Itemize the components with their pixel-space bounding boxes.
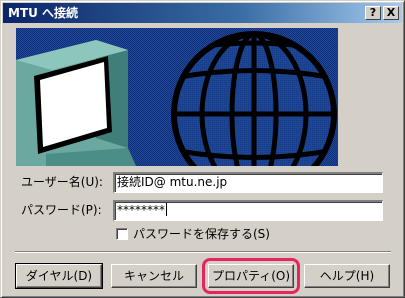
separator-line [15,251,391,253]
username-label: ユーザー名(U): [21,175,103,189]
help-title-button[interactable]: ? [365,6,381,20]
computer-icon [16,40,136,166]
help-button[interactable]: ヘルプ(H) [304,264,390,288]
save-password-checkbox[interactable] [116,228,128,240]
username-value: 接続ID@ mtu.ne.jp [117,175,228,189]
close-title-button[interactable]: X [383,6,399,20]
cancel-button[interactable]: キャンセル [111,264,197,288]
username-field[interactable]: 接続ID@ mtu.ne.jp [113,172,383,193]
dial-button[interactable]: ダイヤル(D) [15,263,103,289]
password-label: パスワード(P): [21,203,102,217]
banner-illustration [16,28,338,166]
password-value: ******** [117,203,165,217]
title-bar[interactable]: MTU へ接続 ? X [3,3,402,23]
highlight-annotation-ring [202,258,300,294]
text-caret [166,203,167,216]
password-field[interactable]: ******** [113,200,383,221]
dialog-window: MTU へ接続 ? X ユーザー名(U): 接続ID@ mtu.ne.jp パス… [0,0,405,298]
window-title: MTU へ接続 [8,6,79,20]
save-password-label[interactable]: パスワードを保存する(S) [133,227,270,241]
